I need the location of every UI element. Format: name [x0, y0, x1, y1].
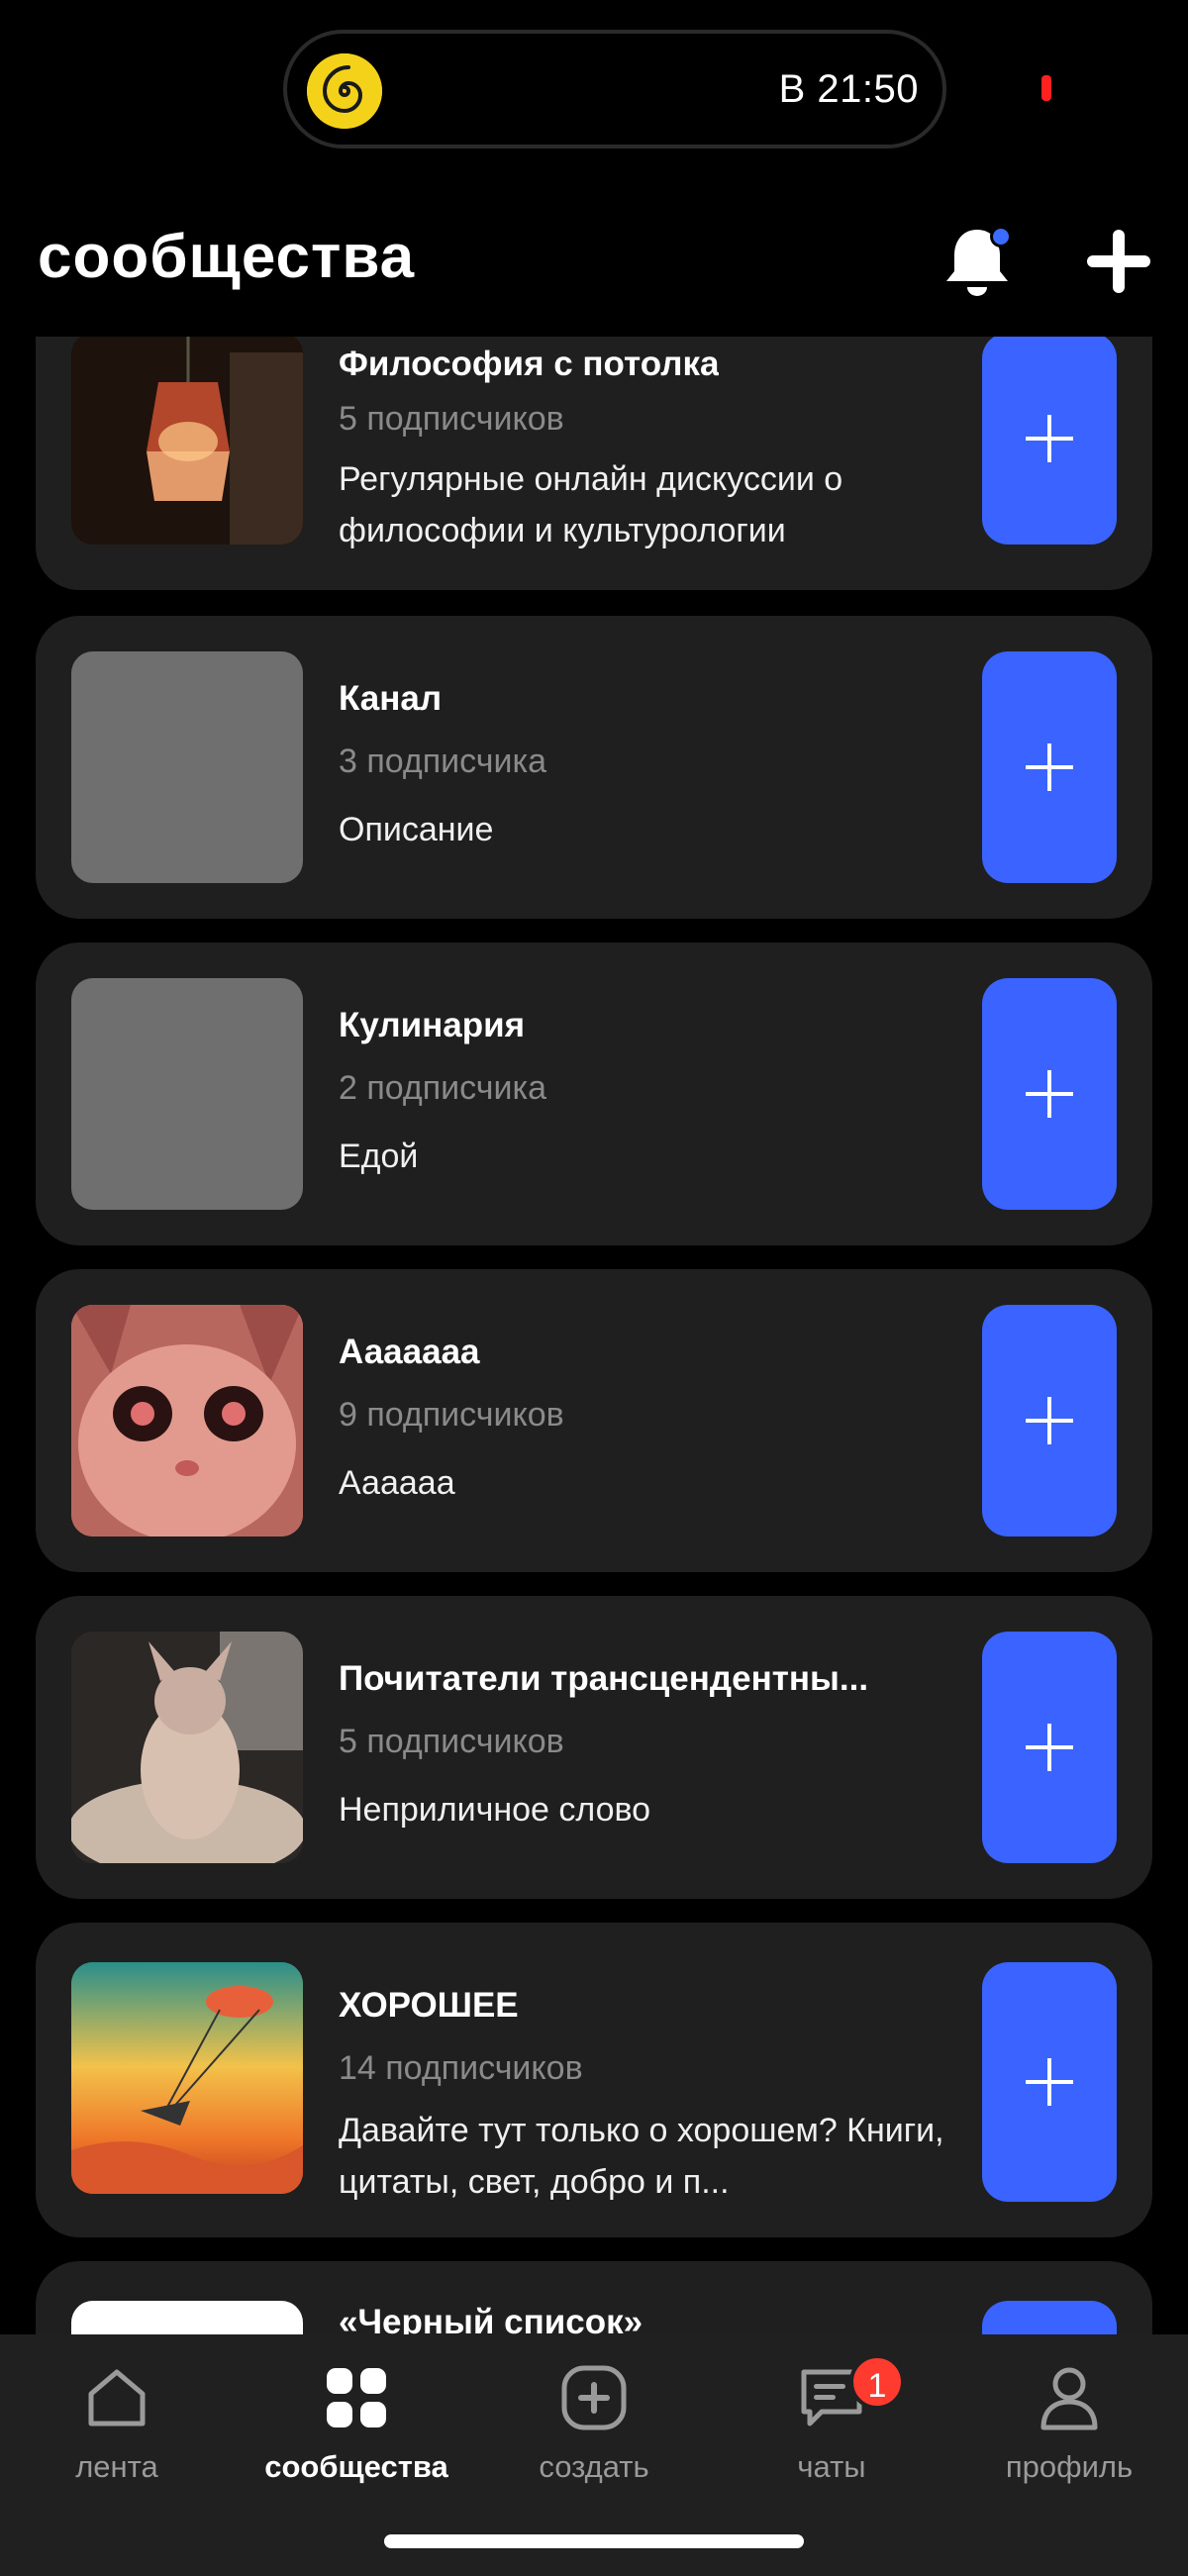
community-description: Неприличное слово: [339, 1791, 651, 1829]
create-community-button[interactable]: [1079, 222, 1158, 301]
tab-label: лента: [75, 2449, 158, 2484]
chat-unread-badge: 1: [849, 2354, 905, 2410]
grid-icon: [327, 2368, 386, 2427]
tab-profile[interactable]: профиль: [960, 2362, 1178, 2511]
plus-icon: [1026, 1397, 1073, 1444]
community-description: Описание: [339, 811, 494, 848]
community-card[interactable]: Кулинария 2 подписчика Едой: [36, 942, 1152, 1245]
join-button[interactable]: [982, 1962, 1117, 2202]
add-square-icon: [561, 2365, 627, 2430]
community-subscribers: 3 подписчика: [339, 743, 547, 780]
community-thumbnail: [71, 1305, 303, 1536]
tab-create[interactable]: создать: [485, 2362, 703, 2511]
community-title: «Черный список»: [339, 2303, 644, 2336]
community-description: Давайте тут только о хорошем? Книги, цит…: [339, 2112, 944, 2201]
tab-chats[interactable]: 1 чаты: [723, 2354, 940, 2511]
community-description: Аааааа: [339, 1464, 455, 1502]
plus-icon: [1087, 230, 1150, 293]
join-button[interactable]: [982, 1632, 1117, 1863]
join-button[interactable]: [982, 2301, 1117, 2336]
tab-label: чаты: [797, 2449, 866, 2484]
bell-icon[interactable]: [937, 222, 1018, 303]
join-button[interactable]: [982, 1305, 1117, 1536]
status-time: В 21:50: [778, 67, 919, 111]
tab-label: создать: [539, 2449, 649, 2484]
recording-indicator: [1041, 75, 1051, 101]
community-thumbnail: [71, 337, 303, 545]
spiral-logo-icon: [307, 53, 382, 129]
community-card[interactable]: «Черный список»: [36, 2261, 1152, 2336]
plus-icon: [1026, 415, 1073, 462]
community-card[interactable]: Почитатели трансцендентны... 5 подписчик…: [36, 1596, 1152, 1899]
home-indicator[interactable]: [384, 2534, 804, 2548]
tab-communities[interactable]: сообщества: [248, 2362, 465, 2511]
tab-feed[interactable]: лента: [8, 2362, 226, 2511]
notification-dot: [990, 226, 1012, 248]
header: сообщества: [0, 198, 1188, 337]
community-title: Кулинария: [339, 1006, 526, 1044]
tab-label: профиль: [1005, 2449, 1134, 2484]
community-card[interactable]: Ааааааа 9 подписчиков Аааааа: [36, 1269, 1152, 1572]
community-title: Канал: [339, 679, 443, 718]
community-thumbnail: [71, 978, 303, 1210]
community-thumbnail: [71, 2301, 303, 2336]
community-subscribers: 14 подписчиков: [339, 2049, 583, 2087]
join-button[interactable]: [982, 651, 1117, 883]
community-description: Едой: [339, 1138, 419, 1175]
community-list[interactable]: Философия с потолка 5 подписчиков Регуля…: [0, 337, 1188, 2336]
community-subscribers: 2 подписчика: [339, 1069, 547, 1107]
community-thumbnail: [71, 1962, 303, 2194]
community-card[interactable]: Философия с потолка 5 подписчиков Регуля…: [36, 337, 1152, 590]
plus-icon: [1026, 1724, 1073, 1771]
community-title: Философия с потолка: [339, 345, 720, 383]
plus-icon: [1026, 1070, 1073, 1118]
dynamic-island: В 21:50: [283, 30, 946, 149]
join-button[interactable]: [982, 337, 1117, 545]
community-title: Ааааааа: [339, 1333, 480, 1371]
join-button[interactable]: [982, 978, 1117, 1210]
tab-label: сообщества: [264, 2449, 448, 2484]
community-title: ХОРОШЕЕ: [339, 1986, 519, 2025]
community-subscribers: 9 подписчиков: [339, 1396, 564, 1434]
community-thumbnail: [71, 651, 303, 883]
community-title: Почитатели трансцендентны...: [339, 1659, 869, 1698]
user-icon: [1040, 2367, 1098, 2430]
plus-icon: [1026, 2058, 1073, 2106]
community-subscribers: 5 подписчиков: [339, 1723, 564, 1760]
community-card[interactable]: ХОРОШЕЕ 14 подписчиков Давайте тут тольк…: [36, 1923, 1152, 2237]
community-subscribers: 5 подписчиков: [339, 400, 564, 438]
page-title: сообщества: [38, 223, 416, 291]
community-card[interactable]: Канал 3 подписчика Описание: [36, 616, 1152, 919]
community-thumbnail: [71, 1632, 303, 1863]
plus-icon: [1026, 743, 1073, 791]
community-description: Регулярные онлайн дискуссии о философии …: [339, 460, 843, 549]
home-icon: [88, 2369, 146, 2427]
